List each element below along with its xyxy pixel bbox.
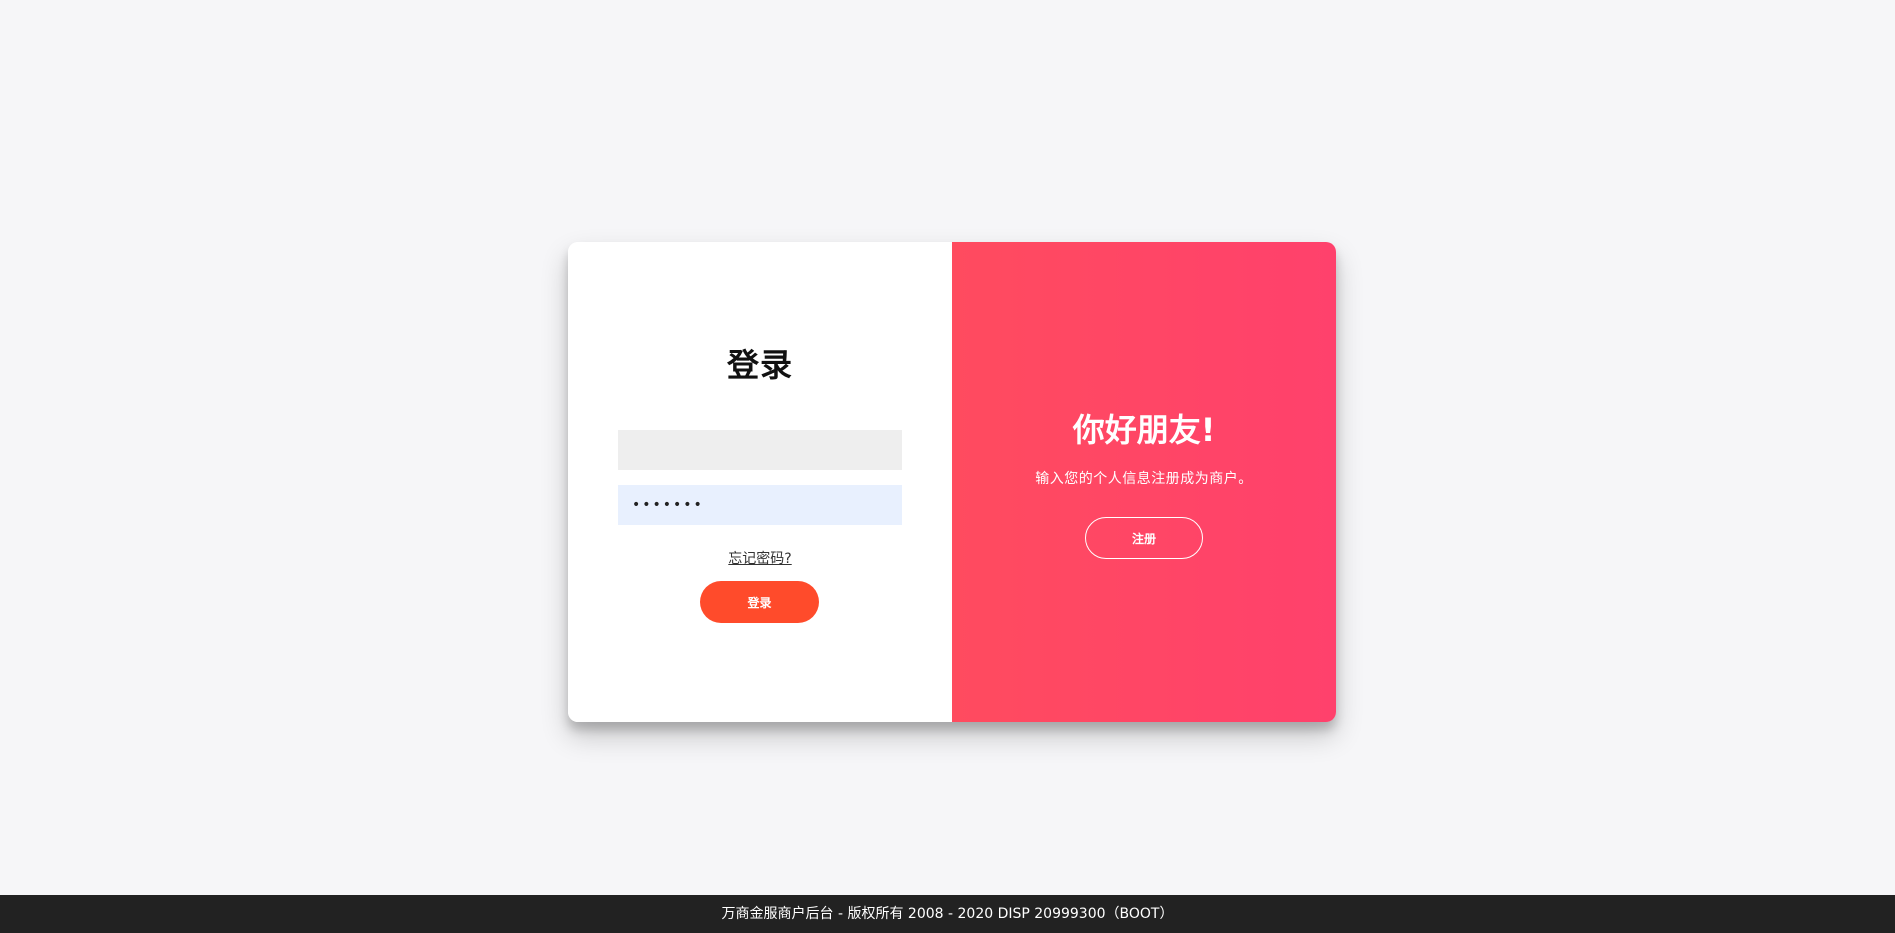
username-input[interactable] [618,430,902,470]
login-title: 登录 [726,346,793,384]
welcome-panel: 你好朋友! 输入您的个人信息注册成为商户。 注册 [952,242,1336,722]
login-panel: 登录 忘记密码? 登录 [568,242,952,722]
welcome-title: 你好朋友! [1072,411,1216,449]
login-button[interactable]: 登录 [700,581,819,623]
forgot-password-link[interactable]: 忘记密码? [568,548,952,568]
login-card: 登录 忘记密码? 登录 你好朋友! 输入您的个人信息注册成为商户。 注册 [568,242,1336,722]
footer: 万商金服商户后台 - 版权所有 2008 - 2020 DISP 2099930… [0,895,1895,933]
welcome-text: 输入您的个人信息注册成为商户。 [1035,471,1253,487]
signup-button[interactable]: 注册 [1085,517,1203,559]
footer-text: 万商金服商户后台 - 版权所有 2008 - 2020 DISP 2099930… [721,906,1174,922]
page: 登录 忘记密码? 登录 你好朋友! 输入您的个人信息注册成为商户。 注册 万商金… [0,0,1895,933]
password-input[interactable] [618,485,902,525]
